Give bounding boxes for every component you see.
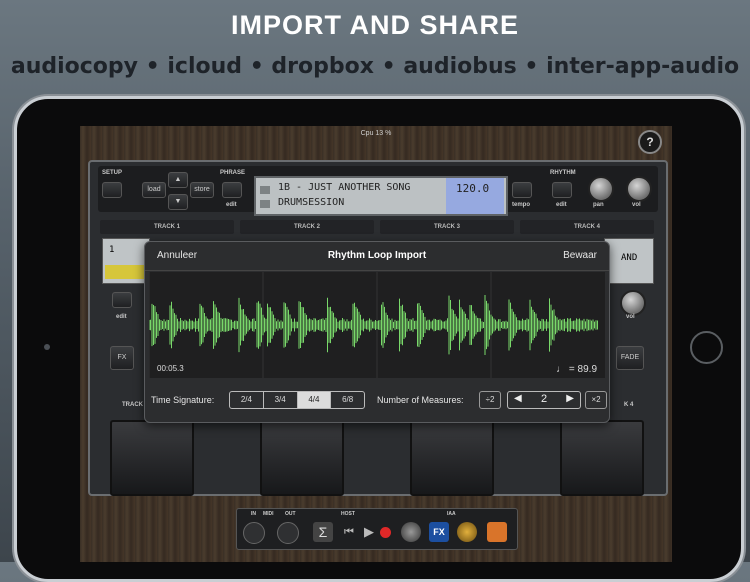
rhythm-label: RHYTHM <box>550 170 576 176</box>
midi-in-port-icon[interactable] <box>243 522 265 544</box>
track-2-pedal[interactable] <box>260 420 344 496</box>
waveform-view[interactable]: 00:05.3 ♩ = 89.9 <box>148 272 605 378</box>
marketing-subline: audiocopy • icloud • dropbox • audiobus … <box>10 54 740 79</box>
waveform-trace <box>148 295 598 355</box>
dial-app-icon[interactable] <box>457 522 477 542</box>
lcd-indicator <box>260 186 270 194</box>
audio-unit-icon[interactable] <box>401 522 421 542</box>
pan-knob[interactable] <box>588 176 614 202</box>
loop-duration: 00:05.3 <box>157 364 184 373</box>
track-4-pedal[interactable] <box>560 420 644 496</box>
phrase-button[interactable] <box>222 182 242 198</box>
track-2-label: TRACK 2 <box>240 220 374 234</box>
signature-6-8[interactable]: 6/8 <box>331 392 364 408</box>
track-4-volume-knob[interactable] <box>620 290 646 316</box>
dialog-title: Rhythm Loop Import <box>327 250 427 261</box>
io-bar: IN MIDI OUT HOST IAA Σ ⏮ ▶ FX <box>236 508 518 550</box>
fade-button[interactable]: FADE <box>616 346 644 370</box>
track-3-pedal[interactable] <box>410 420 494 496</box>
volume-knob[interactable] <box>626 176 652 202</box>
control-row: SETUP load ▲ ▼ store PHRASE edit 1B - JU… <box>98 166 658 216</box>
host-label: HOST <box>341 511 355 517</box>
track-4-text: AND <box>621 253 638 263</box>
track-1-display: 1 <box>102 238 150 284</box>
tempo-button[interactable] <box>512 182 532 198</box>
rhythm-edit-label: edit <box>556 202 567 208</box>
setup-button[interactable] <box>102 182 122 198</box>
fx-button[interactable]: FX <box>110 346 134 370</box>
home-button[interactable] <box>690 331 723 364</box>
tempo-label: tempo <box>512 202 530 208</box>
down-arrow-button[interactable]: ▼ <box>168 194 188 210</box>
midi-label: MIDI <box>263 511 274 517</box>
tempo-display: 120.0 <box>446 178 504 214</box>
waveform <box>148 272 598 378</box>
lcd-indicator <box>260 200 270 208</box>
rhythm-loop-import-dialog: Annuleer Rhythm Loop Import Bewaar 00:05… <box>144 241 610 423</box>
time-signature-label: Time Signature: <box>151 395 215 405</box>
help-button[interactable]: ? <box>638 130 662 154</box>
track-4-vol-label: vol <box>626 314 635 320</box>
in-label: IN <box>251 511 256 517</box>
track-1-meter <box>105 265 147 279</box>
fx-app-icon[interactable]: FX <box>429 522 449 542</box>
song-name: 1B - JUST ANOTHER SONG <box>278 182 411 193</box>
track-1-pedal[interactable] <box>110 420 194 496</box>
up-arrow-button[interactable]: ▲ <box>168 172 188 188</box>
measures-stepper[interactable]: ◀ 2 ▶ <box>507 391 581 409</box>
time-signature-selector[interactable]: 2/4 3/4 4/4 6/8 <box>229 391 365 409</box>
track-fragment-label: TRACK <box>122 402 143 408</box>
multiply-by-two-button[interactable]: ×2 <box>585 391 607 409</box>
midi-out-port-icon[interactable] <box>277 522 299 544</box>
session-name: DRUMSESSION <box>278 197 345 208</box>
rhythm-edit-button[interactable] <box>552 182 572 198</box>
dialog-header: Annuleer Rhythm Loop Import Bewaar <box>145 242 609 271</box>
song-display: 1B - JUST ANOTHER SONG DRUMSESSION 120.0 <box>254 176 508 216</box>
track-1-edit-button[interactable] <box>112 292 132 308</box>
phrase-label: PHRASE <box>220 170 246 176</box>
store-button[interactable]: store <box>190 182 214 198</box>
loop-bpm: ♩ = 89.9 <box>556 364 597 375</box>
signature-2-4[interactable]: 2/4 <box>230 392 264 408</box>
cpu-readout: Cpu 13 % <box>360 130 392 137</box>
out-label: OUT <box>285 511 296 517</box>
vol-label: vol <box>632 202 641 208</box>
track-1-number: 1 <box>109 245 115 255</box>
measures-label: Number of Measures: <box>377 395 464 405</box>
load-button[interactable]: load <box>142 182 166 198</box>
rewind-icon[interactable]: ⏮ <box>339 522 359 542</box>
tempo-value: 120.0 <box>456 182 490 195</box>
track-4-label: TRACK 4 <box>520 220 654 234</box>
play-icon[interactable]: ▶ <box>359 522 379 542</box>
save-button[interactable]: Bewaar <box>563 250 597 261</box>
signature-3-4[interactable]: 3/4 <box>264 392 298 408</box>
track-3-label: TRACK 3 <box>380 220 514 234</box>
setup-label: SETUP <box>102 170 123 176</box>
camera-icon <box>44 344 50 350</box>
divide-by-two-button[interactable]: ÷2 <box>479 391 501 409</box>
signature-4-4[interactable]: 4/4 <box>297 392 332 408</box>
iaa-label: IAA <box>447 511 456 517</box>
track-1-edit-label: edit <box>116 314 127 320</box>
phrase-edit-label: edit <box>226 202 237 208</box>
track-1-label: TRACK 1 <box>100 220 234 234</box>
increment-icon[interactable]: ▶ <box>566 393 574 404</box>
guitar-app-icon[interactable] <box>487 522 507 542</box>
track-fragment-right-label: K 4 <box>624 402 634 408</box>
record-icon[interactable] <box>380 527 391 538</box>
track-4-display: AND <box>604 238 654 284</box>
sigma-icon[interactable]: Σ <box>313 522 333 542</box>
pan-label: pan <box>593 202 604 208</box>
marketing-headline: IMPORT AND SHARE <box>230 10 519 40</box>
